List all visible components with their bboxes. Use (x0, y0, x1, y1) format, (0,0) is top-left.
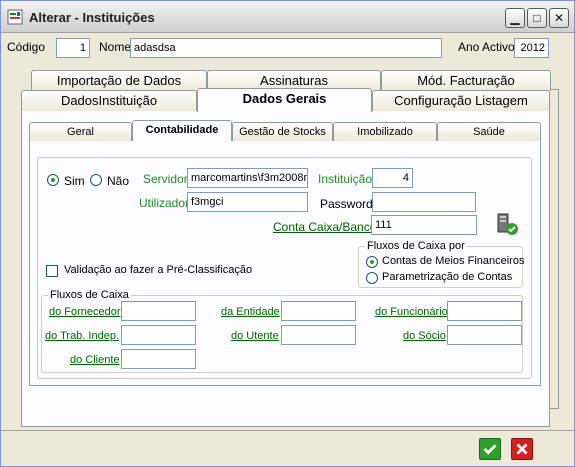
tab-mod-facturacao[interactable]: Mód. Facturação (381, 70, 551, 91)
ok-button[interactable] (479, 438, 501, 460)
validacao-checkbox[interactable] (46, 265, 58, 277)
do-utente-field[interactable] (281, 325, 356, 345)
do-fornecedor-link[interactable]: do Fornecedor (49, 306, 121, 318)
codigo-field[interactable]: 1 (56, 38, 90, 58)
nao-radio[interactable] (90, 174, 102, 186)
da-entidade-field[interactable] (281, 301, 356, 321)
conta-caixa-banco-link[interactable]: Conta Caixa/Banco (273, 220, 376, 234)
tab-configuracao-listagem[interactable]: Configuração Listagem (372, 90, 550, 111)
cancel-button[interactable] (511, 438, 533, 460)
do-utente-link[interactable]: do Utente (231, 330, 279, 342)
nome-field[interactable]: adasdsa (130, 38, 442, 58)
do-socio-link[interactable]: do Sócio (403, 330, 446, 342)
validacao-label: Validação ao fazer a Pré-Classificação (64, 264, 253, 276)
codigo-label: Código (7, 40, 46, 54)
dialog-window: Alterar - Instituições ▁ □ ✕ Código 1 No… (0, 0, 575, 467)
validate-connection-icon[interactable] (495, 212, 519, 236)
da-entidade-link[interactable]: da Entidade (221, 306, 280, 318)
subtab-saude[interactable]: Saúde (437, 122, 541, 141)
tab-importacao[interactable]: Importação de Dados (31, 70, 207, 91)
tab-dados-gerais[interactable]: Dados Gerais (197, 88, 372, 112)
subtab-contabilidade[interactable]: Contabilidade (132, 120, 232, 141)
sim-radio[interactable] (47, 174, 59, 186)
x-icon (516, 443, 528, 455)
nao-label: Não (107, 174, 130, 188)
subtab-imobilizado[interactable]: Imobilizado (333, 122, 437, 141)
subtab-geral[interactable]: Geral (29, 122, 132, 141)
do-cliente-field[interactable] (121, 349, 196, 369)
checkmark-icon (483, 444, 497, 455)
title-bar[interactable]: Alterar - Instituições ▁ □ ✕ (1, 1, 574, 33)
do-funcionario-link[interactable]: do Funcionário (375, 306, 448, 318)
close-button[interactable]: ✕ (549, 8, 569, 28)
do-trab-indep-field[interactable] (121, 325, 196, 345)
minimize-button[interactable]: ▁ (505, 8, 525, 28)
servidor-field[interactable]: marcomartins\f3m2008r (187, 168, 308, 188)
do-socio-field[interactable] (447, 325, 522, 345)
ano-activo-label: Ano Activo (458, 40, 515, 54)
utilizador-label: Utilizador (139, 196, 190, 210)
instituicao-field[interactable]: 4 (372, 168, 413, 188)
password-label: Password (320, 197, 373, 211)
fluxos-por-title: Fluxos de Caixa por (365, 240, 467, 252)
conta-caixa-banco-field[interactable]: 111 (371, 215, 477, 235)
contas-meios-label: Contas de Meios Financeiros (382, 255, 525, 267)
app-icon (7, 9, 23, 25)
do-fornecedor-field[interactable] (121, 301, 196, 321)
utilizador-field[interactable]: f3mgci (187, 192, 308, 212)
sim-label: Sim (64, 174, 85, 188)
parametrizacao-label: Parametrização de Contas (382, 271, 513, 283)
servidor-label: Servidor (143, 172, 188, 186)
window-title: Alterar - Instituições (29, 10, 155, 25)
do-cliente-link[interactable]: do Cliente (70, 354, 120, 366)
password-field[interactable] (372, 192, 476, 212)
maximize-button[interactable]: □ (527, 8, 547, 28)
nome-label: Nome (99, 40, 132, 54)
fluxos-title: Fluxos de Caixa (48, 289, 131, 301)
footer-divider (1, 430, 574, 431)
subtab-gestao-stocks[interactable]: Gestão de Stocks (232, 122, 333, 141)
tab-dados-instituicao[interactable]: DadosInstituição (21, 90, 197, 111)
ano-activo-field[interactable]: 2012 (514, 38, 549, 58)
do-funcionario-field[interactable] (447, 301, 522, 321)
contas-meios-radio[interactable] (366, 256, 378, 268)
parametrizacao-radio[interactable] (366, 272, 378, 284)
do-trab-indep-link[interactable]: do Trab. Indep. (45, 330, 119, 342)
instituicao-label: Instituição (318, 172, 373, 186)
